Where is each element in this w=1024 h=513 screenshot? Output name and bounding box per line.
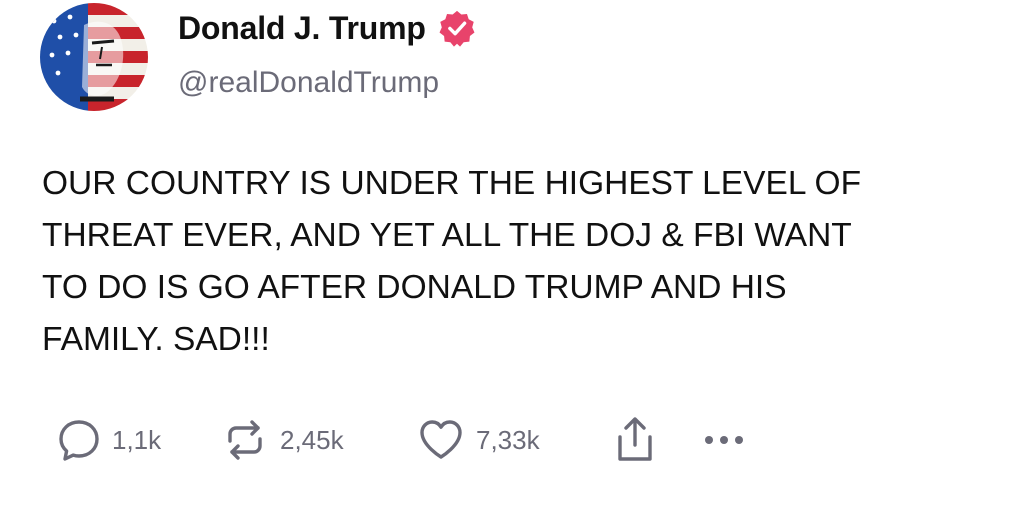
share-button[interactable] [612, 415, 702, 465]
repost-button[interactable]: 2,45k [220, 415, 416, 465]
post-actions-bar: 1,1k 2,45k 7,33k [56, 412, 762, 468]
post-body-text: OUR COUNTRY IS UNDER THE HIGHEST LEVEL O… [42, 165, 862, 358]
avatar[interactable] [40, 3, 148, 111]
like-count: 7,33k [476, 424, 540, 455]
repost-icon [220, 415, 270, 465]
like-button[interactable]: 7,33k [416, 415, 612, 465]
more-icon [702, 430, 746, 450]
share-icon [612, 415, 658, 465]
reply-button[interactable]: 1,1k [56, 417, 220, 463]
verified-badge-icon [438, 9, 476, 47]
author-handle[interactable]: @realDonaldTrump [178, 66, 439, 100]
heart-icon [416, 415, 466, 465]
post-card: Donald J. Trump @realDonaldTrump OUR COU… [0, 0, 1024, 513]
author-display-name[interactable]: Donald J. Trump [178, 10, 426, 47]
repost-count: 2,45k [280, 424, 344, 455]
reply-icon [56, 417, 102, 463]
reply-count: 1,1k [112, 424, 162, 455]
more-options-button[interactable] [702, 430, 762, 450]
author-name-row: Donald J. Trump [178, 6, 476, 50]
